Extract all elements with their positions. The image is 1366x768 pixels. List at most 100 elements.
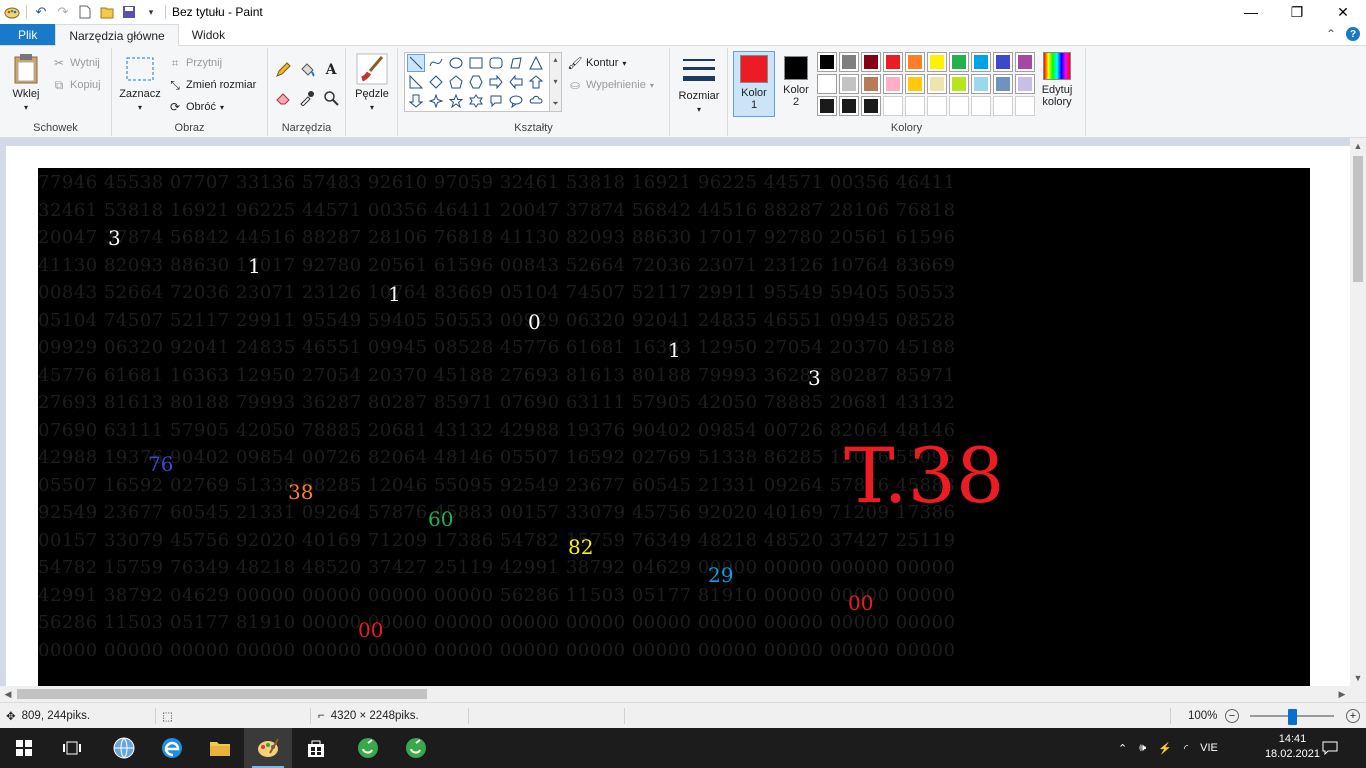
cloud-callout-shape-icon[interactable] bbox=[527, 92, 545, 110]
four-point-star-shape-icon[interactable] bbox=[427, 92, 445, 110]
start-button[interactable] bbox=[0, 728, 48, 768]
brushes-button[interactable]: Pędzle ▾ bbox=[352, 52, 392, 114]
resize-button[interactable]: ⤡ Zmień rozmiar bbox=[168, 76, 256, 94]
help-icon[interactable]: ? bbox=[1346, 27, 1360, 41]
task-view-button[interactable] bbox=[48, 728, 96, 768]
palette-color-swatch[interactable] bbox=[971, 96, 991, 116]
triangle-shape-icon[interactable] bbox=[527, 54, 545, 72]
scroll-right-arrow-icon[interactable]: ▶ bbox=[1334, 686, 1350, 702]
oval-shape-icon[interactable] bbox=[447, 54, 465, 72]
redo-icon[interactable]: ↷ bbox=[55, 4, 71, 20]
oval-callout-shape-icon[interactable] bbox=[507, 92, 525, 110]
outline-button[interactable]: 🖌 Kontur ▾ bbox=[567, 54, 626, 72]
scroll-up-icon[interactable]: ▴ bbox=[553, 55, 557, 64]
right-triangle-shape-icon[interactable] bbox=[407, 73, 425, 91]
diamond-shape-icon[interactable] bbox=[427, 73, 445, 91]
expand-gallery-icon[interactable]: ⏷ bbox=[552, 99, 558, 109]
right-arrow-shape-icon[interactable] bbox=[487, 73, 505, 91]
pencil-icon[interactable] bbox=[273, 60, 293, 80]
taskbar-app-store[interactable] bbox=[292, 728, 340, 768]
clock[interactable]: 14:41 18.02.2021 bbox=[1265, 732, 1320, 762]
fill-button[interactable]: ⛀ Wypełnienie ▾ bbox=[568, 76, 654, 94]
show-hidden-icons-icon[interactable]: ⌃ bbox=[1118, 742, 1127, 755]
palette-color-swatch[interactable] bbox=[861, 96, 881, 116]
taskbar-app-edge[interactable] bbox=[148, 728, 196, 768]
rounded-rectangle-shape-icon[interactable] bbox=[487, 54, 505, 72]
crop-button[interactable]: ⌗ Przytnij bbox=[168, 54, 222, 72]
down-arrow-shape-icon[interactable] bbox=[407, 92, 425, 110]
tab-view[interactable]: Widok bbox=[179, 24, 238, 45]
polygon-shape-icon[interactable] bbox=[507, 54, 525, 72]
new-file-icon[interactable] bbox=[77, 4, 93, 20]
palette-color-swatch[interactable] bbox=[949, 52, 969, 72]
color-2-button[interactable]: Kolor 2 bbox=[777, 52, 815, 116]
palette-color-swatch[interactable] bbox=[817, 96, 837, 116]
palette-color-swatch[interactable] bbox=[883, 52, 903, 72]
minimize-button[interactable]: — bbox=[1228, 0, 1274, 24]
palette-color-swatch[interactable] bbox=[927, 96, 947, 116]
edit-colors-button[interactable]: Edytuj kolory bbox=[1037, 52, 1077, 116]
palette-color-swatch[interactable] bbox=[927, 74, 947, 94]
power-icon[interactable]: ⚡ bbox=[1158, 742, 1172, 755]
taskbar-app-network[interactable] bbox=[100, 728, 148, 768]
palette-color-swatch[interactable] bbox=[883, 74, 903, 94]
text-icon[interactable]: A bbox=[321, 60, 341, 80]
scroll-down-arrow-icon[interactable]: ▼ bbox=[1350, 670, 1366, 686]
copy-button[interactable]: ⧉ Kopiuj bbox=[52, 76, 101, 94]
notification-center-button[interactable] bbox=[1322, 728, 1338, 768]
palette-color-swatch[interactable] bbox=[949, 74, 969, 94]
color-picker-icon[interactable] bbox=[297, 88, 317, 108]
hexagon-shape-icon[interactable] bbox=[467, 73, 485, 91]
palette-color-swatch[interactable] bbox=[839, 96, 859, 116]
palette-color-swatch[interactable] bbox=[839, 74, 859, 94]
vertical-scroll-thumb[interactable] bbox=[1353, 156, 1363, 282]
palette-color-swatch[interactable] bbox=[861, 52, 881, 72]
collapse-ribbon-icon[interactable]: ⌃ bbox=[1326, 27, 1336, 41]
close-button[interactable]: ✕ bbox=[1320, 0, 1366, 24]
palette-color-swatch[interactable] bbox=[839, 52, 859, 72]
tab-file[interactable]: Plik bbox=[0, 24, 56, 45]
rotate-button[interactable]: ⟳ Obróć ▾ bbox=[168, 98, 224, 116]
palette-color-swatch[interactable] bbox=[905, 52, 925, 72]
palette-color-swatch[interactable] bbox=[993, 74, 1013, 94]
zoom-out-button[interactable]: − bbox=[1225, 703, 1239, 729]
magnifier-icon[interactable] bbox=[321, 88, 341, 108]
horizontal-scroll-thumb[interactable] bbox=[17, 689, 427, 699]
color-1-button[interactable]: Kolor 1 bbox=[733, 51, 775, 117]
volume-icon[interactable]: 🕪 bbox=[1139, 742, 1146, 755]
restore-button[interactable]: ❐ bbox=[1274, 0, 1320, 24]
palette-color-swatch[interactable] bbox=[883, 96, 903, 116]
palette-color-swatch[interactable] bbox=[861, 74, 881, 94]
five-point-star-shape-icon[interactable] bbox=[447, 92, 465, 110]
paint-app-icon[interactable] bbox=[4, 4, 20, 20]
palette-color-swatch[interactable] bbox=[905, 74, 925, 94]
taskbar-app-green-1[interactable] bbox=[344, 728, 392, 768]
shapes-gallery-scroll[interactable]: ▴ ▾ ⏷ bbox=[550, 52, 562, 112]
taskbar-app-paint[interactable] bbox=[244, 728, 292, 768]
palette-color-swatch[interactable] bbox=[993, 52, 1013, 72]
zoom-in-button[interactable]: + bbox=[1346, 703, 1360, 729]
vertical-scrollbar[interactable]: ▲ ▼ bbox=[1350, 138, 1366, 686]
save-icon[interactable] bbox=[121, 4, 137, 20]
size-button[interactable]: Rozmiar ▾ bbox=[676, 54, 722, 116]
fill-bucket-icon[interactable] bbox=[297, 60, 317, 80]
palette-color-swatch[interactable] bbox=[1015, 96, 1035, 116]
six-point-star-shape-icon[interactable] bbox=[467, 92, 485, 110]
network-wifi-icon[interactable]: ◜ bbox=[1184, 742, 1188, 755]
pentagon-shape-icon[interactable] bbox=[447, 73, 465, 91]
palette-color-swatch[interactable] bbox=[905, 96, 925, 116]
paste-button[interactable]: Wklej ▾ bbox=[6, 52, 46, 114]
tab-home[interactable]: Narzędzia główne bbox=[55, 24, 179, 46]
open-file-icon[interactable] bbox=[99, 4, 115, 20]
taskbar-app-green-2[interactable] bbox=[392, 728, 440, 768]
palette-color-swatch[interactable] bbox=[1015, 74, 1035, 94]
zoom-slider-thumb[interactable] bbox=[1288, 709, 1297, 725]
up-arrow-shape-icon[interactable] bbox=[527, 73, 545, 91]
curve-shape-icon[interactable] bbox=[427, 54, 445, 72]
horizontal-scrollbar[interactable]: ◀ ▶ bbox=[0, 686, 1350, 702]
taskbar-app-explorer[interactable] bbox=[196, 728, 244, 768]
palette-color-swatch[interactable] bbox=[1015, 52, 1035, 72]
cut-button[interactable]: ✂ Wytnij bbox=[52, 54, 100, 72]
left-arrow-shape-icon[interactable] bbox=[507, 73, 525, 91]
palette-color-swatch[interactable] bbox=[927, 52, 947, 72]
